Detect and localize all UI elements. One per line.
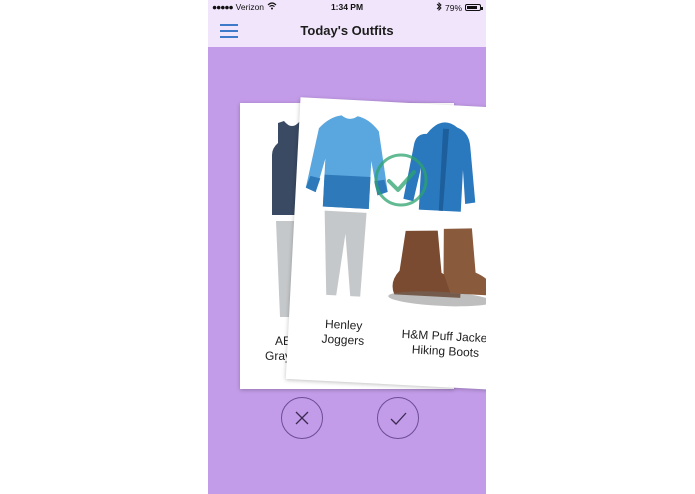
joggers-icon [324, 210, 367, 297]
bluetooth-icon [436, 1, 442, 13]
phone-screen: ●●●●● Verizon 1:34 PM 79% Today's Outfit… [208, 0, 486, 494]
outfit-illustration-front [305, 115, 486, 307]
reject-button[interactable] [281, 397, 323, 439]
battery-icon [465, 4, 483, 11]
nav-bar: Today's Outfits [208, 14, 486, 47]
battery-group: 79% [436, 1, 483, 13]
outfit-card-front[interactable]: Henley Joggers H&M Puff Jacket Hiking Bo… [285, 97, 486, 391]
front-label-2: Joggers [321, 331, 365, 348]
page-title: Today's Outfits [300, 23, 394, 38]
status-bar: ●●●●● Verizon 1:34 PM 79% [208, 0, 486, 14]
close-icon [295, 411, 309, 425]
accept-button[interactable] [377, 397, 419, 439]
battery-percent: 79% [444, 2, 462, 13]
checkmark-icon [390, 412, 407, 425]
battery-fill [467, 6, 477, 9]
